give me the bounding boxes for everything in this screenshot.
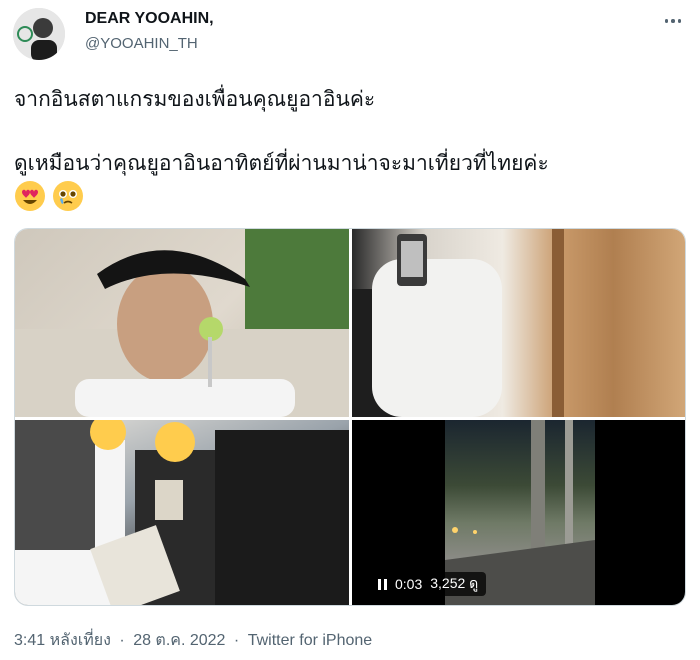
video-duration: 0:03 — [395, 576, 423, 592]
meta-separator: · — [119, 632, 125, 649]
tweet-meta: 3:41 หลังเที่ยง · 28 ต.ค. 2022 · Twitter… — [14, 628, 372, 653]
pause-icon[interactable] — [378, 578, 387, 590]
video-thumbnail[interactable]: 0:03 3,252 ดู — [352, 420, 685, 605]
more-options-icon[interactable] — [660, 10, 686, 32]
tweet-source[interactable]: Twitter for iPhone — [248, 632, 373, 649]
emoji-row — [14, 180, 84, 212]
meta-separator: · — [233, 632, 240, 649]
photo-2[interactable] — [352, 229, 685, 417]
teary-face-emoji — [52, 180, 84, 212]
tweet-line-2: ดูเหมือนว่าคุณยูอาอินอาทิตย์ที่ผ่านมาน่า… — [14, 152, 549, 175]
media-grid: 0:03 3,252 ดู — [14, 228, 686, 606]
author-name[interactable]: DEAR YOOAHIN, — [85, 10, 214, 28]
photo-1[interactable] — [15, 229, 349, 417]
video-views: 3,252 ดู — [430, 575, 479, 591]
photo-3[interactable] — [15, 420, 349, 605]
heart-eyes-emoji — [14, 180, 46, 212]
video-badge[interactable]: 0:03 3,252 ดู — [370, 572, 487, 596]
avatar[interactable] — [13, 8, 65, 60]
tweet-date[interactable]: 28 ต.ค. 2022 — [133, 632, 225, 649]
tweet-text: จากอินสตาแกรมของเพื่อนคุณยูอาอินค่ะ ดูเห… — [14, 84, 686, 180]
author-handle[interactable]: @YOOAHIN_TH — [85, 35, 198, 52]
tweet-time[interactable]: 3:41 หลังเที่ยง — [14, 632, 111, 649]
tweet-line-1: จากอินสตาแกรมของเพื่อนคุณยูอาอินค่ะ — [14, 88, 376, 111]
